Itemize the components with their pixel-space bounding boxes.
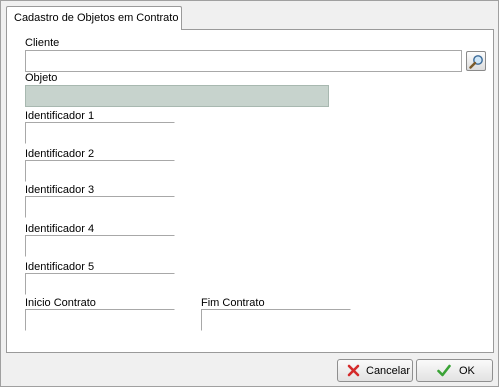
identificador1-label: Identificador 1 <box>25 110 95 122</box>
ok-button-label: OK <box>459 365 475 377</box>
cliente-label: Cliente <box>25 37 60 49</box>
identificador4-field[interactable] <box>25 235 175 257</box>
tab-page: Cliente Objeto Identificador 1 Identific… <box>6 29 494 353</box>
cliente-field[interactable] <box>25 50 462 72</box>
check-icon <box>437 364 451 377</box>
identificador2-label: Identificador 2 <box>25 148 95 160</box>
identificador1-field[interactable] <box>25 122 175 144</box>
inicio-contrato-field[interactable] <box>25 309 175 331</box>
identificador4-label: Identificador 4 <box>25 223 95 235</box>
identificador5-field[interactable] <box>25 273 175 295</box>
magnifier-icon <box>469 55 483 69</box>
identificador3-field[interactable] <box>25 196 175 218</box>
identificador2-field[interactable] <box>25 160 175 182</box>
cliente-lookup-button[interactable] <box>466 51 486 71</box>
inicio-contrato-label: Inicio Contrato <box>25 297 96 309</box>
dialog-window: Cadastro de Objetos em Contrato Cliente … <box>0 0 499 387</box>
objeto-label: Objeto <box>25 72 58 84</box>
ok-button[interactable]: OK <box>416 359 493 382</box>
identificador3-label: Identificador 3 <box>25 184 95 196</box>
cancel-button[interactable]: Cancelar <box>337 359 413 382</box>
identificador5-label: Identificador 5 <box>25 261 95 273</box>
cancel-button-label: Cancelar <box>366 365 411 377</box>
x-icon <box>347 364 360 377</box>
fim-contrato-label: Fim Contrato <box>201 297 265 309</box>
tab-label: Cadastro de Objetos em Contrato <box>14 12 179 24</box>
tab-cadastro-objetos[interactable]: Cadastro de Objetos em Contrato <box>6 6 182 30</box>
fim-contrato-field[interactable] <box>201 309 351 331</box>
objeto-field[interactable] <box>25 85 329 107</box>
